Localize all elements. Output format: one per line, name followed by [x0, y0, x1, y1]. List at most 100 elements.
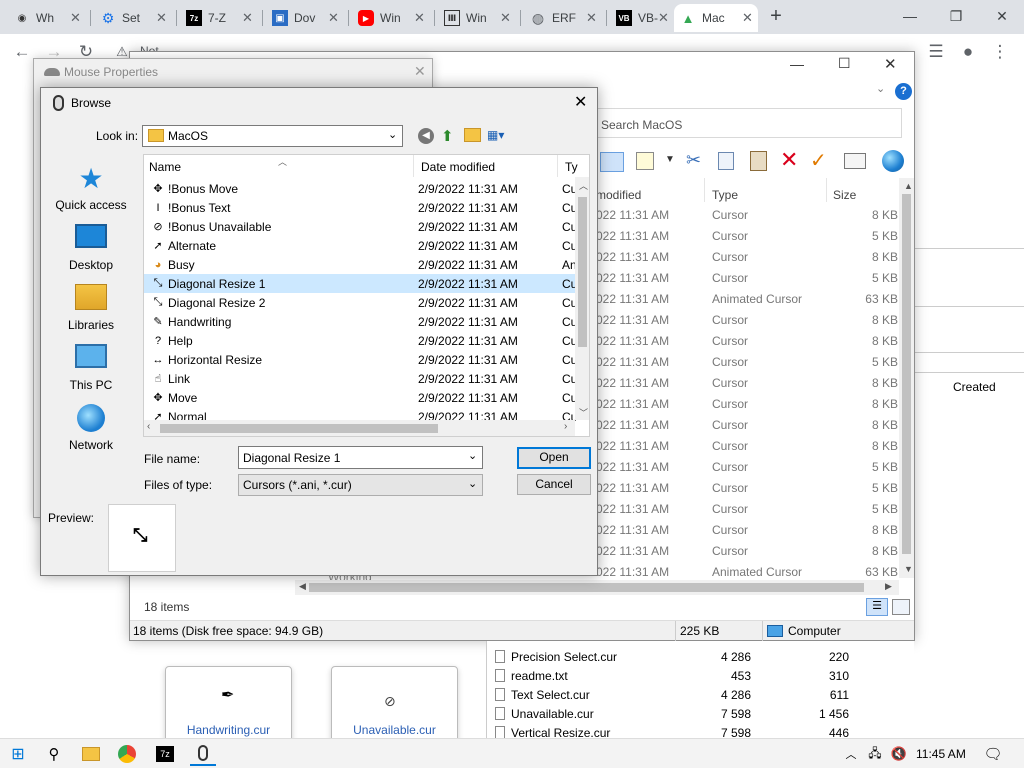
explorer-maximize-button[interactable]: ☐: [838, 55, 851, 72]
7zip-taskbar-icon[interactable]: 7z: [152, 742, 178, 766]
details-view-icon[interactable]: ☰: [866, 598, 888, 616]
type-column-header[interactable]: Ty: [565, 160, 578, 174]
globe-icon[interactable]: [882, 150, 904, 172]
place-desktop[interactable]: Desktop: [47, 224, 135, 272]
file-row[interactable]: ◕ Busy 2/9/2022 11:31 AM An: [144, 255, 581, 274]
file-row[interactable]: ⤡ Diagonal Resize 1 2/9/2022 11:31 AM Cu: [144, 274, 581, 293]
tab-close-icon[interactable]: ✕: [70, 10, 81, 26]
notification-icon[interactable]: 🗨: [980, 742, 1006, 766]
properties-icon[interactable]: [636, 152, 654, 170]
chevron-down-icon[interactable]: ⌄: [468, 449, 477, 462]
explorer-row-date[interactable]: 022 11:31 AM: [596, 229, 669, 250]
file-row[interactable]: ☝ Link 2/9/2022 11:31 AM Cu: [144, 369, 581, 388]
scrollbar-thumb[interactable]: [902, 194, 911, 554]
cancel-button[interactable]: Cancel: [517, 474, 591, 495]
explorer-row-type[interactable]: Cursor: [712, 439, 748, 460]
browser-tab-active[interactable]: ▲ Mac ✕: [674, 4, 758, 32]
file-name-combobox[interactable]: Diagonal Resize 1 ⌄: [238, 446, 483, 469]
explorer-row-type[interactable]: Cursor: [712, 313, 748, 334]
cursor-card-handwriting[interactable]: ✒ Handwriting.cur: [165, 666, 292, 746]
minimize-button[interactable]: —: [890, 4, 930, 28]
look-in-combobox[interactable]: MacOS ⌄: [142, 125, 403, 147]
close-button[interactable]: ✕: [982, 4, 1022, 28]
list-item[interactable]: readme.txt 453 310: [495, 666, 905, 685]
explorer-row-type[interactable]: Cursor: [712, 334, 748, 355]
browse-close-button[interactable]: ✕: [574, 92, 587, 112]
file-explorer-icon[interactable]: [78, 742, 104, 766]
explorer-minimize-button[interactable]: —: [790, 56, 804, 72]
browser-tab-7[interactable]: ◍ ERF ✕: [524, 4, 602, 32]
explorer-row-type[interactable]: Cursor: [712, 208, 748, 229]
paste-icon[interactable]: [750, 151, 767, 171]
explorer-row-date[interactable]: 022 11:31 AM: [596, 376, 669, 397]
tab-close-icon[interactable]: ✕: [658, 10, 669, 26]
explorer-row-type[interactable]: Cursor: [712, 397, 748, 418]
explorer-row-type[interactable]: Cursor: [712, 271, 748, 292]
created-column-header[interactable]: Created: [953, 380, 996, 394]
file-row[interactable]: ✎ Handwriting 2/9/2022 11:31 AM Cu: [144, 312, 581, 331]
explorer-row-size[interactable]: 8 KB: [830, 250, 898, 271]
file-row[interactable]: ? Help 2/9/2022 11:31 AM Cu: [144, 331, 581, 350]
explorer-row-type[interactable]: Cursor: [712, 544, 748, 565]
explorer-horizontal-scrollbar[interactable]: ◀ ▶: [295, 580, 899, 595]
explorer-row-size[interactable]: 5 KB: [830, 229, 898, 250]
scrollbar-thumb[interactable]: [309, 583, 864, 592]
network-status-icon[interactable]: 🖧: [862, 742, 888, 766]
explorer-row-type[interactable]: Cursor: [712, 460, 748, 481]
cut-icon[interactable]: ✂: [686, 150, 701, 171]
explorer-row-date[interactable]: 022 11:31 AM: [596, 418, 669, 439]
file-row[interactable]: Ι !Bonus Text 2/9/2022 11:31 AM Cu: [144, 198, 581, 217]
clock-time[interactable]: 11:45 AM: [916, 747, 966, 761]
search-input[interactable]: Search MacOS: [596, 108, 902, 138]
explorer-row-type[interactable]: Cursor: [712, 418, 748, 439]
explorer-row-size[interactable]: 5 KB: [830, 271, 898, 292]
explorer-row-size[interactable]: 63 KB: [830, 292, 898, 313]
explorer-row-date[interactable]: 022 11:31 AM: [596, 397, 669, 418]
place-network[interactable]: Network: [47, 404, 135, 452]
name-column-header[interactable]: Name: [149, 160, 181, 174]
new-folder-icon[interactable]: [464, 128, 481, 142]
browser-tab-5[interactable]: ▶ Win ✕: [352, 4, 430, 32]
copy-icon[interactable]: [718, 152, 734, 170]
place-this-pc[interactable]: This PC: [47, 344, 135, 392]
explorer-row-date[interactable]: 022 11:31 AM: [596, 460, 669, 481]
browser-tab-2[interactable]: ⚙ Set ✕: [94, 4, 172, 32]
mouse-taskbar-icon[interactable]: [190, 742, 216, 766]
browser-tab-8[interactable]: VB VB- ✕: [610, 4, 674, 32]
place-quick-access[interactable]: ★ Quick access: [47, 164, 135, 213]
dropdown-arrow-icon[interactable]: ▼: [665, 154, 675, 165]
explorer-row-date[interactable]: 022 11:31 AM: [596, 502, 669, 523]
ribbon-expand-icon[interactable]: ⌄: [876, 82, 885, 95]
checkmark-icon[interactable]: ✓: [810, 148, 827, 173]
explorer-row-type[interactable]: Cursor: [712, 502, 748, 523]
explorer-row-size[interactable]: 8 KB: [830, 523, 898, 544]
files-of-type-select[interactable]: Cursors (*.ani, *.cur) ⌄: [238, 474, 483, 496]
file-row[interactable]: ⊘ !Bonus Unavailable 2/9/2022 11:31 AM Cu: [144, 217, 581, 236]
explorer-row-date[interactable]: 022 11:31 AM: [596, 271, 669, 292]
explorer-row-size[interactable]: 8 KB: [830, 313, 898, 334]
media-queue-icon[interactable]: ☰: [924, 40, 948, 64]
mouse-properties-close-button[interactable]: ✕: [414, 63, 426, 80]
up-folder-icon[interactable]: ⬆: [441, 127, 454, 145]
explorer-row-date[interactable]: 022 11:31 AM: [596, 292, 669, 313]
file-row[interactable]: ⤡ Diagonal Resize 2 2/9/2022 11:31 AM Cu: [144, 293, 581, 312]
explorer-row-size[interactable]: 8 KB: [830, 397, 898, 418]
explorer-row-type[interactable]: Cursor: [712, 229, 748, 250]
scrollbar-thumb[interactable]: [160, 424, 438, 433]
tab-close-icon[interactable]: ✕: [742, 10, 753, 26]
tab-close-icon[interactable]: ✕: [586, 10, 597, 26]
explorer-row-date[interactable]: 022 11:31 AM: [596, 208, 669, 229]
list-item[interactable]: Unavailable.cur 7 598 1 456: [495, 704, 905, 723]
chrome-icon[interactable]: [114, 742, 140, 766]
explorer-row-size[interactable]: 8 KB: [830, 544, 898, 565]
file-row[interactable]: ✥ !Bonus Move 2/9/2022 11:31 AM Cu: [144, 179, 581, 198]
volume-muted-icon[interactable]: 🔇: [886, 742, 912, 766]
list-item[interactable]: Precision Select.cur 4 286 220: [495, 647, 905, 666]
maximize-button[interactable]: ❐: [936, 4, 976, 28]
tab-close-icon[interactable]: ✕: [500, 10, 511, 26]
menu-kebab-icon[interactable]: ⋮: [988, 40, 1012, 64]
explorer-row-size[interactable]: 8 KB: [830, 439, 898, 460]
rename-icon[interactable]: [844, 153, 866, 169]
open-button[interactable]: Open: [517, 447, 591, 469]
place-libraries[interactable]: Libraries: [47, 284, 135, 332]
